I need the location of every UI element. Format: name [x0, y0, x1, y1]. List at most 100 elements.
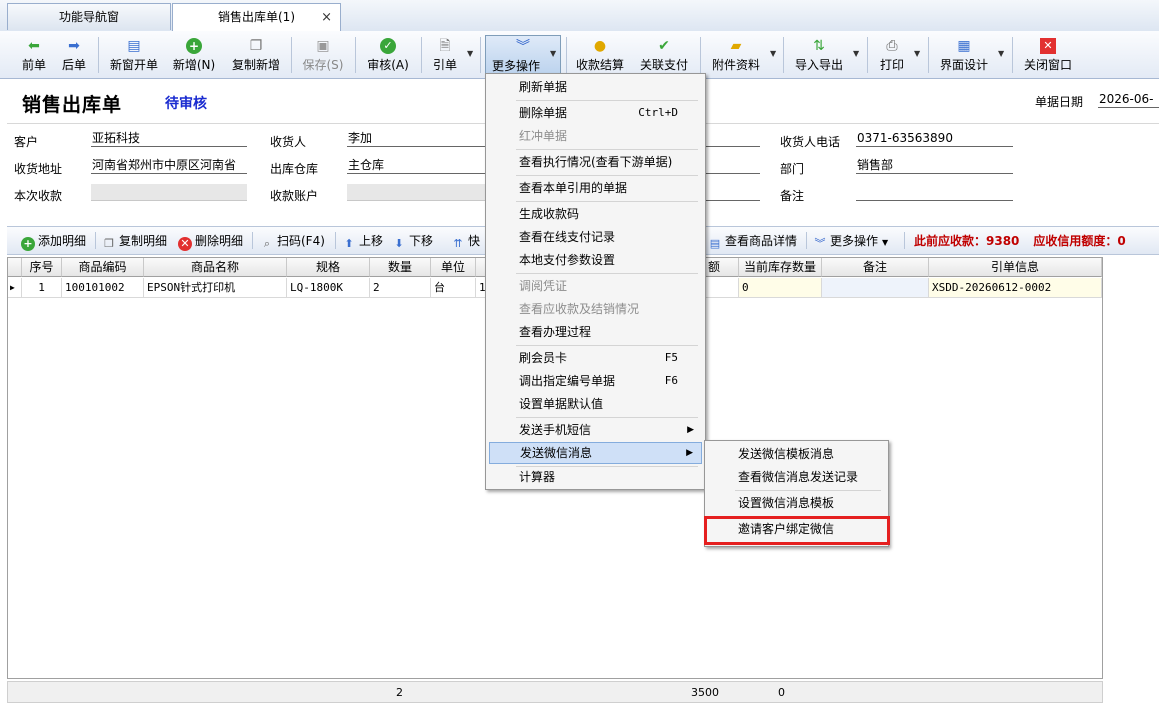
column-header[interactable]: 当前库存数量 [739, 258, 822, 277]
table-cell[interactable]: XSDD-20260612-0002 [929, 278, 1102, 298]
menu-item-online-pay-records[interactable]: 查看在线支付记录 [489, 226, 702, 248]
plus-icon: + [186, 38, 202, 54]
consignee-field[interactable]: 李加 [347, 130, 487, 147]
tab-sales-outbound[interactable]: 销售出库单(1) × [172, 3, 341, 32]
prev-button[interactable]: ⬅ 前单 [17, 34, 51, 75]
move-down-button[interactable]: ⬇ 下移 [392, 232, 433, 251]
menu-item-sms[interactable]: 发送手机短信 ▶ [489, 419, 702, 441]
chevron-down-icon[interactable]: ▼ [467, 49, 473, 58]
move-up-button[interactable]: ⬆ 上移 [342, 232, 383, 251]
detail-more-button[interactable]: ︾ 更多操作 ▼ [813, 232, 889, 251]
menu-item-label: 计算器 [519, 470, 556, 484]
menu-item-execution[interactable]: 查看执行情况(查看下游单据) [489, 151, 702, 173]
menu-item-payment-code[interactable]: 生成收款码 [489, 203, 702, 225]
menu-item-refresh[interactable]: 刷新单据 [489, 76, 702, 98]
close-window-button[interactable]: ✕ 关闭窗口 [1020, 34, 1076, 75]
floppy-icon: ▣ [316, 38, 330, 54]
date-field[interactable]: 2026-06- [1098, 91, 1159, 108]
table-cell[interactable]: 100101002 [62, 278, 144, 298]
hidden-field[interactable] [706, 130, 760, 147]
menu-item-label: 设置微信消息模板 [738, 496, 835, 510]
account-field[interactable] [347, 184, 487, 201]
menu-item-member-card[interactable]: 刷会员卡 F5 [489, 347, 702, 369]
arrow-right-icon: ➡ [68, 38, 80, 54]
menu-item-local-pay-settings[interactable]: 本地支付参数设置 [489, 249, 702, 271]
warehouse-field[interactable]: 主仓库 [347, 157, 487, 174]
menu-item-open-by-number[interactable]: 调出指定编号单据 F6 [489, 370, 702, 392]
table-cell[interactable]: 1 [22, 278, 62, 298]
consignee-phone-field[interactable]: 0371-63563890 [856, 130, 1013, 147]
toolbar-divider [566, 37, 567, 73]
copy-add-button[interactable]: ❐ 复制新增 [228, 34, 284, 75]
chevron-down-icon[interactable]: ▼ [770, 49, 776, 58]
close-tab-icon[interactable]: × [321, 4, 332, 31]
add-detail-button[interactable]: + 添加明细 [21, 232, 86, 251]
attachments-button[interactable]: ▰ 附件资料 [708, 34, 764, 75]
import-label: 引单 [432, 58, 457, 72]
menu-item-wechat[interactable]: 发送微信消息 ▶ [489, 442, 702, 464]
payment-field[interactable] [91, 184, 247, 201]
menu-item-label: 生成收款码 [519, 207, 580, 221]
dept-field[interactable]: 销售部 [856, 157, 1013, 174]
more-actions-button[interactable]: ︾ 更多操作 ▼ [485, 35, 561, 75]
column-header[interactable]: 引单信息 [929, 258, 1102, 277]
linked-pay-button[interactable]: ✔ 关联支付 [636, 34, 692, 75]
folder-icon: ▰ [730, 38, 742, 54]
add-button[interactable]: + 新增(N) [169, 34, 219, 75]
chevron-down-icon[interactable]: ▼ [853, 49, 859, 58]
print-button[interactable]: ⎙ 打印 [875, 34, 909, 75]
column-header[interactable]: 备注 [822, 258, 929, 277]
ui-design-button[interactable]: ▦ 界面设计 [936, 34, 992, 75]
quick-button[interactable]: ⇈ 快 [451, 232, 480, 251]
add-label: 新增(N) [172, 58, 216, 72]
hidden-field[interactable] [706, 157, 760, 174]
table-cell[interactable]: 0 [739, 278, 822, 298]
next-button[interactable]: ➡ 后单 [57, 34, 91, 75]
menu-item-calculator[interactable]: 计算器 [489, 466, 702, 488]
pay-doc-icon: ✔ [658, 38, 670, 54]
receipt-button[interactable]: ● 收款结算 [572, 34, 628, 75]
copy-icon: ❐ [249, 38, 263, 54]
column-header[interactable]: 规格 [287, 258, 370, 277]
import-export-button[interactable]: ⇅ 导入导出 [791, 34, 847, 75]
chevron-down-icon[interactable]: ▼ [998, 49, 1004, 58]
menu-item-red-reverse[interactable]: 红冲单据 [489, 125, 702, 147]
column-header[interactable]: 商品名称 [144, 258, 287, 277]
menu-item-defaults[interactable]: 设置单据默认值 [489, 393, 702, 415]
chevron-down-icon[interactable]: ▼ [914, 49, 920, 58]
table-cell[interactable]: EPSON针式打印机 [144, 278, 287, 298]
column-header[interactable]: 数量 [370, 258, 431, 277]
column-header[interactable]: 单位 [431, 258, 476, 277]
menu-item-delete[interactable]: 删除单据 Ctrl+D [489, 102, 702, 124]
hidden-field[interactable] [706, 184, 760, 201]
table-cell[interactable]: LQ-1800K [287, 278, 370, 298]
column-header[interactable]: 序号 [22, 258, 62, 277]
new-window-button[interactable]: ▤ 新窗开单 [106, 34, 162, 75]
menu-item-voucher[interactable]: 调阅凭证 [489, 275, 702, 297]
double-chevron-down-icon: ︾ [814, 237, 826, 250]
audit-button[interactable]: ✓ 审核(A) [363, 34, 413, 75]
customer-field[interactable]: 亚拓科技 [91, 130, 247, 147]
column-header[interactable]: 商品编码 [62, 258, 144, 277]
grid-footer: 2 3500 0 [7, 681, 1103, 703]
submenu-item-template-message[interactable]: 发送微信模板消息 [708, 443, 886, 465]
submenu-item-send-records[interactable]: 查看微信消息发送记录 [708, 466, 886, 488]
delete-detail-button[interactable]: ✕ 删除明细 [178, 232, 243, 251]
table-cell[interactable]: 台 [431, 278, 476, 298]
tab-function-navigation[interactable]: 功能导航窗 [7, 3, 171, 30]
menu-item-receivables[interactable]: 查看应收款及结销情况 [489, 298, 702, 320]
save-button[interactable]: ▣ 保存(S) [299, 34, 347, 75]
remark-field[interactable] [856, 184, 1013, 201]
tab-bar: 功能导航窗 销售出库单(1) × [0, 0, 1159, 32]
address-field[interactable]: 河南省郑州市中原区河南省 [91, 157, 247, 174]
copy-detail-button[interactable]: ❐ 复制明细 [102, 232, 167, 251]
menu-item-process[interactable]: 查看办理过程 [489, 321, 702, 343]
submenu-item-template-settings[interactable]: 设置微信消息模板 [708, 492, 886, 514]
menu-item-referenced[interactable]: 查看本单引用的单据 [489, 177, 702, 199]
table-cell[interactable]: 2 [370, 278, 431, 298]
scan-button[interactable]: ⌕ 扫码(F4) [260, 232, 325, 251]
view-product-button[interactable]: ▤ 查看商品详情 [708, 232, 797, 251]
check-icon: ✓ [380, 38, 396, 54]
table-cell[interactable] [822, 278, 929, 298]
import-button[interactable]: 🗎 引单 [428, 34, 462, 75]
